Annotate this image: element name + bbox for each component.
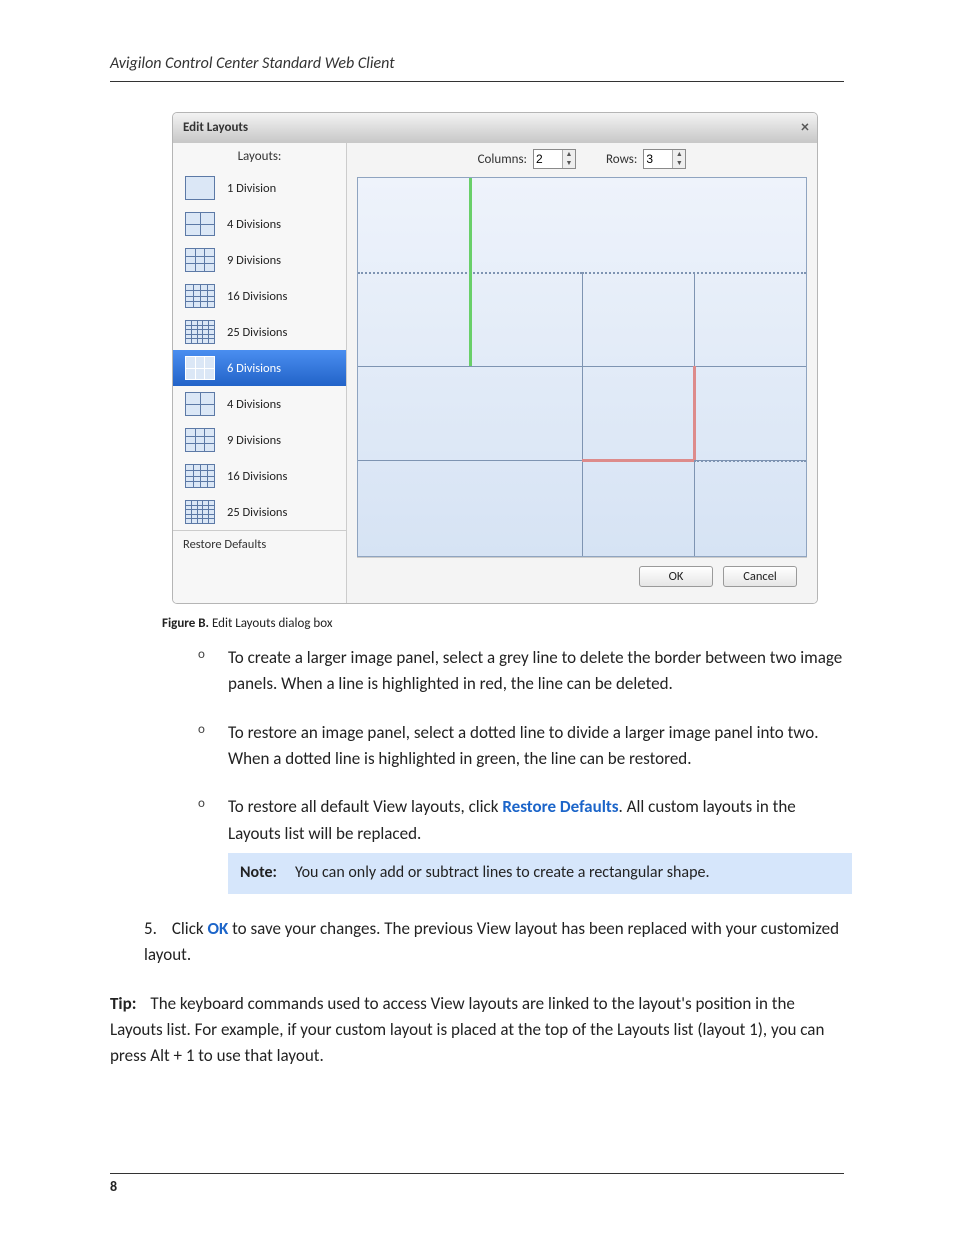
tip-paragraph: Tip:The keyboard commands used to access… bbox=[110, 991, 844, 1070]
layout-item-label: 16 Divisions bbox=[227, 469, 287, 484]
grid-line[interactable] bbox=[582, 272, 583, 556]
layouts-label: Layouts: bbox=[173, 143, 346, 170]
layout-item-label: 9 Divisions bbox=[227, 433, 281, 448]
layout-item[interactable]: 4 Divisions bbox=[173, 386, 346, 422]
layout-item[interactable]: 4 Divisions bbox=[173, 206, 346, 242]
layout-thumb-icon bbox=[185, 464, 215, 488]
bullet-item: To restore all default View layouts, cli… bbox=[192, 794, 852, 893]
figure-caption: Figure B. Edit Layouts dialog box bbox=[162, 616, 844, 631]
note-box: Note: You can only add or subtract lines … bbox=[228, 853, 852, 894]
layout-item-label: 25 Divisions bbox=[227, 325, 287, 340]
layout-grid[interactable] bbox=[357, 177, 807, 557]
grid-line-highlight-red[interactable] bbox=[582, 459, 694, 462]
columns-spinner[interactable]: ▲▼ bbox=[533, 149, 576, 169]
grid-dotted-line[interactable] bbox=[694, 460, 806, 462]
layout-thumb-icon bbox=[185, 428, 215, 452]
figure-caption-text: Edit Layouts dialog box bbox=[209, 616, 332, 631]
rows-spinner[interactable]: ▲▼ bbox=[643, 149, 686, 169]
layout-item[interactable]: 16 Divisions bbox=[173, 278, 346, 314]
step-number: 5. bbox=[144, 916, 168, 942]
page-number: 8 bbox=[110, 1178, 117, 1195]
layout-item[interactable]: 6 Divisions bbox=[173, 350, 346, 386]
rows-input[interactable] bbox=[644, 152, 672, 166]
layout-item[interactable]: 16 Divisions bbox=[173, 458, 346, 494]
figure-caption-label: Figure B. bbox=[162, 616, 209, 631]
layout-thumb-icon bbox=[185, 392, 215, 416]
tip-text: The keyboard commands used to access Vie… bbox=[110, 993, 824, 1067]
layout-item-label: 25 Divisions bbox=[227, 505, 287, 520]
layout-item-label: 4 Divisions bbox=[227, 397, 281, 412]
running-head: Avigilon Control Center Standard Web Cli… bbox=[110, 54, 844, 82]
layout-editor-pane: Columns: ▲▼ Rows: ▲▼ bbox=[347, 143, 817, 603]
layout-thumb-icon bbox=[185, 176, 215, 200]
dialog-button-bar: OK Cancel bbox=[357, 557, 807, 595]
step-text: to save your changes. The previous View … bbox=[144, 918, 839, 965]
step-text: Click bbox=[172, 918, 208, 939]
rows-label: Rows: bbox=[606, 152, 637, 167]
edit-layouts-dialog: Edit Layouts × Layouts: 1 Division 4 Divi… bbox=[172, 112, 818, 604]
body-content: To create a larger image panel, select a… bbox=[110, 645, 844, 1070]
layout-item[interactable]: 9 Divisions bbox=[173, 422, 346, 458]
layout-item-label: 1 Division bbox=[227, 181, 276, 196]
layout-item-label: 16 Divisions bbox=[227, 289, 287, 304]
close-icon[interactable]: × bbox=[801, 113, 809, 143]
bullet-item: To restore an image panel, select a dott… bbox=[192, 720, 852, 773]
layout-item[interactable]: 25 Divisions bbox=[173, 314, 346, 350]
page-footer: 8 bbox=[110, 1173, 844, 1195]
spinner-down-icon[interactable]: ▼ bbox=[673, 159, 685, 168]
dialog-title: Edit Layouts bbox=[183, 120, 248, 135]
bullet-list: To create a larger image panel, select a… bbox=[192, 645, 852, 894]
layout-thumb-icon bbox=[185, 284, 215, 308]
cancel-button[interactable]: Cancel bbox=[723, 566, 797, 587]
layout-thumb-icon bbox=[185, 500, 215, 524]
layout-item[interactable]: 9 Divisions bbox=[173, 242, 346, 278]
layout-item-label: 4 Divisions bbox=[227, 217, 281, 232]
grid-line-highlight-red[interactable] bbox=[693, 366, 696, 460]
bullet-text: To restore all default View layouts, cli… bbox=[228, 796, 502, 817]
layout-item-label: 6 Divisions bbox=[227, 361, 281, 376]
layout-item-label: 9 Divisions bbox=[227, 253, 281, 268]
columns-label: Columns: bbox=[478, 152, 527, 167]
ok-link: OK bbox=[207, 918, 228, 939]
layout-thumb-icon bbox=[185, 356, 215, 380]
bullet-item: To create a larger image panel, select a… bbox=[192, 645, 852, 698]
layouts-list: 1 Division 4 Divisions 9 Divisions 16 Divis… bbox=[173, 170, 346, 530]
grid-dotted-line[interactable] bbox=[582, 272, 806, 274]
note-label: Note: bbox=[240, 863, 277, 882]
restore-defaults-button[interactable]: Restore Defaults bbox=[173, 530, 346, 558]
step-5: 5. Click OK to save your changes. The pr… bbox=[144, 916, 860, 969]
grid-controls: Columns: ▲▼ Rows: ▲▼ bbox=[357, 149, 807, 173]
spinner-down-icon[interactable]: ▼ bbox=[563, 159, 575, 168]
columns-input[interactable] bbox=[534, 152, 562, 166]
layout-thumb-icon bbox=[185, 212, 215, 236]
ok-button[interactable]: OK bbox=[639, 566, 713, 587]
layouts-pane: Layouts: 1 Division 4 Divisions 9 Division… bbox=[173, 143, 347, 603]
tip-label: Tip: bbox=[110, 993, 136, 1014]
restore-defaults-link: Restore Defaults bbox=[502, 796, 618, 817]
dialog-titlebar: Edit Layouts × bbox=[173, 113, 817, 143]
layout-item[interactable]: 25 Divisions bbox=[173, 494, 346, 530]
note-text: You can only add or subtract lines to cr… bbox=[295, 863, 710, 882]
layout-thumb-icon bbox=[185, 320, 215, 344]
grid-line-highlight-green[interactable] bbox=[469, 178, 472, 366]
layout-thumb-icon bbox=[185, 248, 215, 272]
edit-layouts-figure: Edit Layouts × Layouts: 1 Division 4 Divi… bbox=[172, 112, 818, 604]
layout-item[interactable]: 1 Division bbox=[173, 170, 346, 206]
